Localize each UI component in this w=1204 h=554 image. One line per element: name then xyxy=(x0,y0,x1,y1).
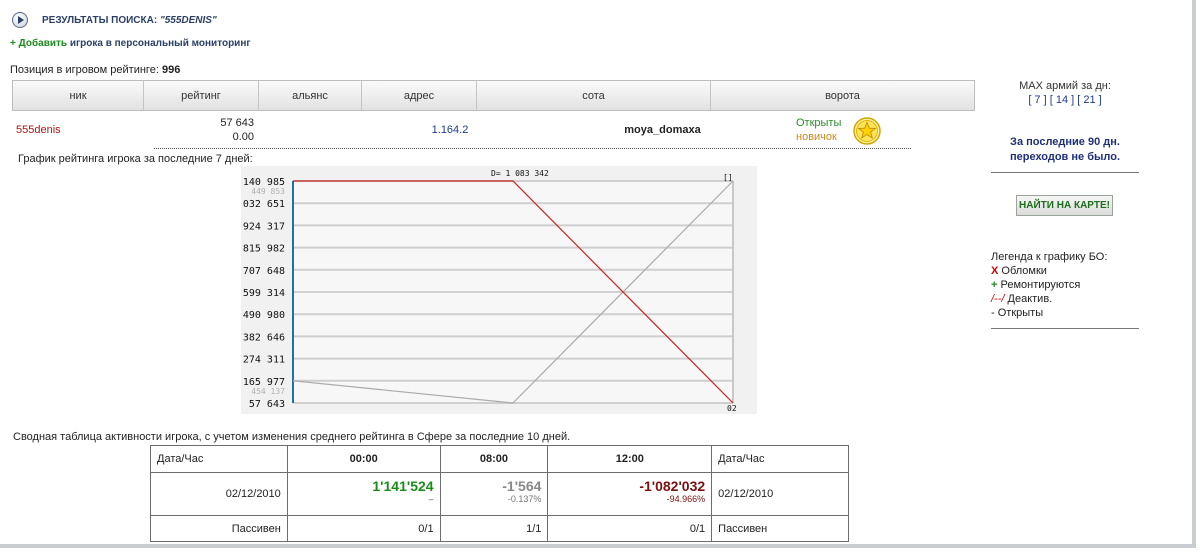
summary-hour-1: 08:00 xyxy=(439,445,549,473)
col-address[interactable]: адрес xyxy=(362,81,477,110)
summary-hour-0: 00:00 xyxy=(286,445,441,473)
graph-legend: Легенда к графику БО: X Обломки + Ремонт… xyxy=(991,250,1107,320)
max-armies-label: MAX армий за дн: xyxy=(1019,80,1111,92)
sidebar-divider-2 xyxy=(991,328,1139,329)
results-table-header: ник рейтинг альянс адрес сота ворота xyxy=(12,80,975,111)
no-moves-notice: За последние 90 дн. переходов не было. xyxy=(991,135,1139,165)
legend-text-open: Открыты xyxy=(997,307,1044,319)
col-sota[interactable]: сота xyxy=(477,81,711,110)
legend-mark-repair: + xyxy=(991,279,998,291)
legend-text-repair: Ремонтируются xyxy=(1000,279,1081,291)
gate-open-status: Открыты xyxy=(796,117,842,129)
no-moves-line-2: переходов не было. xyxy=(1009,151,1121,163)
y-tick-label: 382 646 xyxy=(243,332,285,343)
play-circle-icon[interactable] xyxy=(12,12,28,28)
rating-main: 57 643 xyxy=(220,117,254,129)
summary-ratio-2: 0/1 xyxy=(547,515,713,542)
col-alliance[interactable]: альянс xyxy=(259,81,362,110)
plus-icon: + xyxy=(10,38,16,49)
y-tick-label: 274 311 xyxy=(243,355,285,366)
no-moves-line-1: За последние 90 дн. xyxy=(1010,136,1120,148)
rating-sub: 0.00 xyxy=(232,131,254,143)
legend-mark-open: - xyxy=(991,307,995,319)
legend-title: Легенда к графику БО: xyxy=(991,251,1108,263)
rating-chart: 1 140 9851 032 651924 317815 982707 6485… xyxy=(231,166,757,414)
period-links[interactable]: [ 7 ] [ 14 ] [ 21 ] xyxy=(991,94,1139,106)
y-tick-label: 707 648 xyxy=(243,266,285,277)
find-on-map-button[interactable]: НАЙТИ НА КАРТЕ! xyxy=(1016,195,1113,216)
summary-value-2: -1'082'032 xyxy=(639,478,706,494)
summary-value-1: -1'564 xyxy=(502,478,542,494)
rating-chart-svg: 1 140 9851 032 651924 317815 982707 6485… xyxy=(231,169,737,413)
activity-summary-table: Дата/Час 00:00 08:00 12:00 Дата/Час 02/1… xyxy=(150,445,849,542)
page-title: РЕЗУЛЬТАТЫ ПОИСКА: "555DENIS" xyxy=(42,15,217,26)
col-gate[interactable]: ворота xyxy=(711,81,974,110)
graph-caption: График рейтинга игрока за последние 7 дн… xyxy=(18,153,253,165)
y-tick-label: 1 032 651 xyxy=(241,199,285,210)
aux-label-top: 449 853 xyxy=(251,187,285,196)
summary-date-left: 02/12/2010 xyxy=(150,472,288,516)
y-tick-label: 57 643 xyxy=(249,399,285,410)
summary-percent-2: -94.966% xyxy=(666,494,706,504)
col-nick[interactable]: ник xyxy=(13,81,144,110)
player-nick-link[interactable]: 555denis xyxy=(16,124,61,136)
legend-item-deactivated: /--/ Деактив. xyxy=(991,292,1107,306)
col-rating[interactable]: рейтинг xyxy=(144,81,259,110)
ranking-position: Позиция в игровом рейтинге: 996 xyxy=(10,64,180,76)
summary-date-right: 02/12/2010 xyxy=(711,472,849,516)
legend-mark-deactivated: /--/ xyxy=(991,293,1005,305)
legend-text-deactivated: Деактив. xyxy=(1007,293,1053,305)
legend-item-open: - Открыты xyxy=(991,306,1107,320)
add-monitoring-link[interactable]: + Добавить игрока в персональный монитор… xyxy=(10,38,251,49)
ranking-label: Позиция в игровом рейтинге: xyxy=(10,64,159,76)
aux-label-bottom: 454 137 xyxy=(251,387,285,396)
delta-label: D= 1 083 342 xyxy=(491,169,549,178)
summary-ratio-0: 0/1 xyxy=(286,515,441,542)
row-divider xyxy=(154,148,911,149)
address-link[interactable]: 1.164.2 xyxy=(390,124,510,136)
summary-percent-0: – xyxy=(428,494,434,504)
corner-label-bottom: 02 xyxy=(727,404,737,413)
add-verb: Добавить xyxy=(18,38,68,49)
sidebar-divider-1 xyxy=(991,172,1139,173)
summary-caption: Сводная таблица активности игрока, с уче… xyxy=(13,431,571,443)
y-tick-label: 490 980 xyxy=(243,310,285,321)
y-tick-label: 599 314 xyxy=(243,288,285,299)
sota-name: moya_domaxa xyxy=(624,124,701,136)
legend-item-repair: + Ремонтируются xyxy=(991,278,1107,292)
legend-item-debris: X Обломки xyxy=(991,264,1107,278)
summary-ratio-1: 1/1 xyxy=(439,515,549,542)
gate-novice-status: новичок xyxy=(796,131,837,143)
summary-percent-1: -0.137% xyxy=(507,494,542,504)
summary-header-left: Дата/Час xyxy=(150,445,288,473)
title-prefix: РЕЗУЛЬТАТЫ ПОИСКА: xyxy=(42,15,158,26)
summary-hour-2: 12:00 xyxy=(547,445,713,473)
legend-mark-debris: X xyxy=(991,265,999,277)
star-badge-icon xyxy=(853,117,881,145)
summary-value-0: 1'141'524 xyxy=(372,478,434,494)
summary-header-right: Дата/Час xyxy=(711,445,849,473)
ranking-value: 996 xyxy=(161,64,181,76)
search-query: "555DENIS" xyxy=(159,15,217,26)
add-link-text: игрока в персональный мониторинг xyxy=(69,38,251,49)
legend-text-debris: Обломки xyxy=(1001,265,1047,277)
corner-label-top: [] xyxy=(723,173,733,182)
y-tick-label: 815 982 xyxy=(243,244,285,255)
summary-passive-left: Пассивен xyxy=(150,515,288,542)
summary-passive-right: Пассивен xyxy=(711,515,849,542)
y-tick-label: 924 317 xyxy=(243,221,285,232)
